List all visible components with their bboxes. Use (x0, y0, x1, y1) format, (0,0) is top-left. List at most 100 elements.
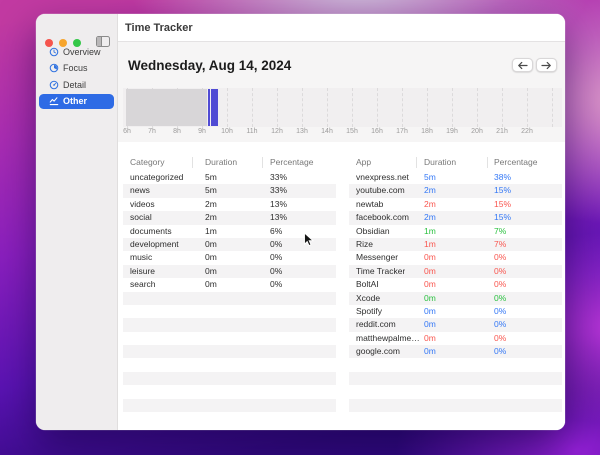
cell-percentage: 0% (270, 279, 283, 290)
sidebar-item-label: Other (63, 96, 88, 107)
main-content: Time Tracker Wednesday, Aug 14, 2024 6h 7… (118, 14, 565, 430)
table-row[interactable]: Obsidian 1m 7% (349, 225, 562, 238)
table-row[interactable]: facebook.com 2m 15% (349, 211, 562, 225)
app-table: App Duration Percentage vnexpress.net 5m 38% y… (349, 156, 562, 430)
sidebar-items: Overview Focus Detail Other (39, 44, 114, 110)
column-header-app[interactable]: App (356, 156, 371, 169)
cell-percentage: 0% (494, 292, 507, 303)
date-header: Wednesday, Aug 14, 2024 (118, 42, 565, 88)
arrow-left-icon (518, 61, 528, 69)
sidebar-item-focus[interactable]: Focus (39, 61, 114, 77)
hour-tick-label: 10h (221, 128, 233, 135)
sidebar-item-overview[interactable]: Overview (39, 44, 114, 60)
table-row[interactable]: youtube.com 2m 15% (349, 184, 562, 198)
column-header-category[interactable]: Category (130, 156, 165, 169)
hour-gridline (377, 88, 378, 127)
timeline-section: 6h 7h 8h 9h 10h 11h 12h 13h 14h 15h 16h 17h 18h 19h 20… (118, 88, 565, 142)
hour-gridline (352, 88, 353, 127)
hour-tick-label: 7h (148, 128, 156, 135)
table-header: App Duration Percentage (349, 156, 562, 171)
table-row[interactable]: Spotify 0m 0% (349, 305, 562, 318)
column-header-duration[interactable]: Duration (424, 156, 456, 169)
hour-tick-label: 21h (496, 128, 508, 135)
column-divider (192, 157, 193, 168)
cell-name: Rize (356, 238, 374, 249)
cell-duration: 0m (205, 252, 217, 263)
table-row[interactable]: Xcode 0m 0% (349, 291, 562, 305)
hour-gridline (402, 88, 403, 127)
table-row (123, 345, 336, 359)
table-row[interactable]: Time Tracker 0m 0% (349, 264, 562, 279)
table-row[interactable]: social 2m 13% (123, 211, 336, 225)
previous-day-button[interactable] (512, 58, 533, 72)
column-header-percentage[interactable]: Percentage (494, 156, 537, 169)
table-row[interactable]: music 0m 0% (123, 251, 336, 264)
hour-tick-label: 14h (321, 128, 333, 135)
table-row[interactable]: Rize 1m 7% (349, 237, 562, 252)
cell-name: youtube.com (356, 185, 405, 196)
table-row (123, 358, 336, 371)
cell-duration: 5m (205, 185, 217, 196)
table-row[interactable]: newtab 2m 15% (349, 198, 562, 211)
cell-name: Spotify (356, 305, 382, 316)
table-row[interactable]: uncategorized 5m 33% (123, 171, 336, 184)
window-title: Time Tracker (125, 21, 193, 34)
cell-name: matthewpalmer.... (356, 332, 420, 343)
next-day-button[interactable] (536, 58, 557, 72)
cell-name: BoltAI (356, 279, 379, 290)
table-row (123, 291, 336, 305)
sidebar-item-label: Detail (63, 79, 87, 90)
app-window: Overview Focus Detail Other Time Tracker We… (36, 14, 565, 430)
table-row[interactable]: videos 2m 13% (123, 198, 336, 211)
arrow-right-icon (541, 61, 551, 69)
cell-percentage: 0% (494, 319, 507, 330)
timeline-hour-labels: 6h 7h 8h 9h 10h 11h 12h 13h 14h 15h 16h 17h 18h 19h 20… (123, 128, 562, 140)
hour-tick-label: 6h (123, 128, 131, 135)
sidebar-item-other[interactable]: Other (39, 93, 114, 109)
table-row[interactable]: BoltAI 0m 0% (349, 278, 562, 291)
cell-duration: 2m (424, 212, 436, 223)
table-row (349, 358, 562, 371)
table-row[interactable]: search 0m 0% (123, 278, 336, 291)
cell-percentage: 13% (270, 212, 288, 223)
hour-tick-label: 11h (246, 128, 258, 135)
cell-percentage: 0% (494, 252, 507, 263)
table-row (349, 385, 562, 398)
table-row (349, 398, 562, 413)
timer-icon (49, 63, 59, 73)
cell-name: music (130, 252, 153, 263)
table-row[interactable]: leisure 0m 0% (123, 264, 336, 279)
cell-name: newtab (356, 198, 384, 209)
table-row[interactable]: google.com 0m 0% (349, 345, 562, 359)
cell-duration: 2m (205, 198, 217, 209)
sidebar: Overview Focus Detail Other (36, 14, 118, 430)
hour-tick-label: 20h (471, 128, 483, 135)
table-row[interactable]: matthewpalmer.... 0m 0% (349, 332, 562, 345)
table-row[interactable]: Messenger 0m 0% (349, 251, 562, 264)
cell-duration: 0m (424, 292, 436, 303)
cell-name: Messenger (356, 252, 399, 263)
cell-name: social (130, 212, 152, 223)
cell-percentage: 15% (494, 198, 512, 209)
hour-tick-label: 15h (346, 128, 358, 135)
cell-name: documents (130, 225, 172, 236)
table-row[interactable]: reddit.com 0m 0% (349, 318, 562, 332)
timeline-segment-no-data (126, 89, 207, 126)
cell-percentage: 0% (494, 279, 507, 290)
table-row (123, 385, 336, 398)
cell-duration: 0m (424, 265, 436, 276)
cell-duration: 0m (205, 265, 217, 276)
sidebar-item-detail[interactable]: Detail (39, 77, 114, 93)
cell-name: search (130, 279, 156, 290)
hour-gridline (252, 88, 253, 127)
cell-name: development (130, 238, 179, 249)
column-divider (416, 157, 417, 168)
column-header-duration[interactable]: Duration (205, 156, 237, 169)
category-table: Category Duration Percentage uncategorized 5… (123, 156, 336, 430)
column-divider (487, 157, 488, 168)
table-row[interactable]: news 5m 33% (123, 184, 336, 198)
cell-duration: 0m (424, 252, 436, 263)
table-row[interactable]: vnexpress.net 5m 38% (349, 171, 562, 184)
column-header-percentage[interactable]: Percentage (270, 156, 313, 169)
cell-duration: 5m (424, 172, 436, 182)
